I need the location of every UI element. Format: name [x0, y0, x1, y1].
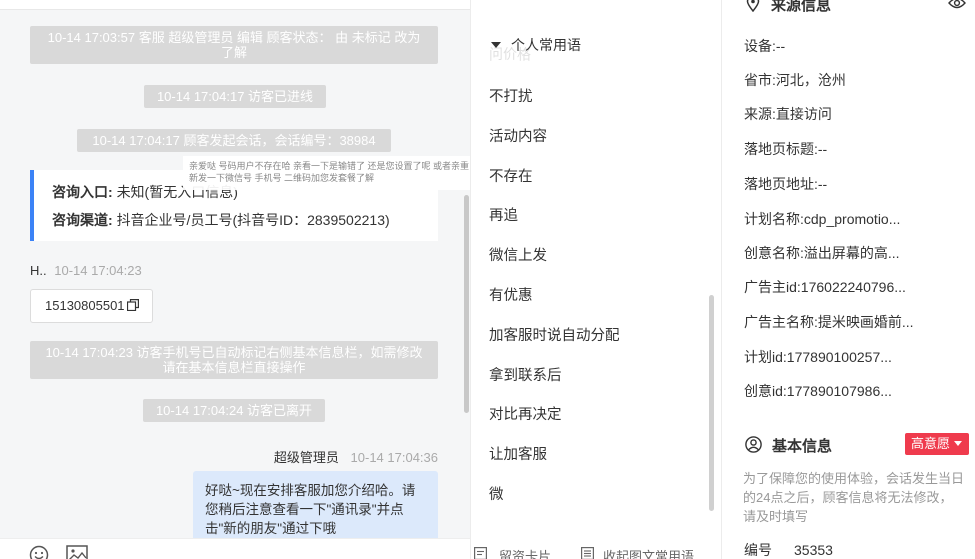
info-label: 广告主id:	[744, 279, 801, 295]
serial-number-row: 编号 35353	[744, 540, 833, 559]
quick-reply-item[interactable]: 有优惠	[489, 284, 533, 305]
source-info-title: 来源信息	[771, 0, 832, 14]
agent-message-time: 10-14 17:04:36	[350, 450, 438, 465]
caret-down-icon	[954, 441, 963, 446]
info-value: cdp_promotio...	[803, 211, 901, 227]
visitor-phone-message[interactable]: 15130805501	[30, 289, 153, 323]
quick-replies-group-title: 个人常用语	[511, 37, 581, 53]
quick-reply-item[interactable]: 让加客服	[489, 443, 547, 464]
info-label: 落地页地址:	[744, 176, 818, 192]
info-row-creative-name: 创意名称:溢出屏幕的高...	[744, 243, 954, 263]
visitor-message-time: 10-14 17:04:23	[54, 263, 142, 278]
info-value: 直接访问	[775, 106, 832, 122]
quick-replies-panel: 问价格 个人常用语 不打扰 活动内容 不存在 再追 微信上发 有优惠 加客服时说…	[470, 0, 722, 559]
lead-card-button[interactable]: 留资卡片	[499, 546, 551, 559]
info-row-advertiser-name: 广告主名称:提米映画婚前...	[744, 312, 954, 332]
card-icon	[474, 547, 487, 559]
basic-info-note: 为了保障您的使用体验，会话发生当日的24点之后，顾客信息将无法修改，请及时填写	[743, 471, 965, 524]
info-label: 落地页标题:	[744, 141, 818, 157]
info-row-plan-id: 计划id:177890100257...	[744, 347, 954, 367]
system-message-visitor-joined: 10-14 17:04:17 访客已进线	[144, 85, 326, 108]
chat-panel: 10-14 17:03:57 客服 超级管理员 编辑 顾客状态： 由 未标记 改…	[0, 0, 470, 559]
quick-reply-item[interactable]: 不存在	[489, 165, 533, 186]
quick-reply-item[interactable]: 对比再决定	[489, 403, 562, 424]
consult-entry-label: 咨询入口:	[52, 184, 113, 200]
info-label: 计划名称:	[744, 211, 804, 227]
collapse-quick-replies-button[interactable]: 收起图文常用语	[603, 546, 694, 559]
info-label: 来源:	[744, 106, 776, 122]
quick-replies-group-header[interactable]: 个人常用语	[471, 30, 721, 60]
eye-icon[interactable]	[948, 0, 966, 10]
info-value: 176022240796...	[800, 279, 906, 295]
intent-level-dropdown[interactable]: 高意愿	[905, 433, 969, 455]
info-label: 创意名称:	[744, 245, 804, 261]
info-label: 广告主名称:	[744, 314, 818, 330]
basic-info-title: 基本信息	[772, 438, 833, 455]
system-message-visitor-left: 10-14 17:04:24 访客已离开	[143, 399, 325, 422]
visitor-info-panel: 来源信息 设备:-- 省市:河北，沧州 来源:直接访问 落地页标题:-- 落地页…	[723, 0, 975, 559]
intent-level-value: 高意愿	[911, 436, 951, 451]
list-icon	[581, 547, 594, 559]
info-label: 创意id:	[744, 383, 787, 399]
info-value: 溢出屏幕的高...	[803, 245, 900, 261]
info-value: 提米映画婚前...	[817, 314, 914, 330]
quick-replies-footer: 留资卡片 收起图文常用语	[471, 538, 721, 559]
chat-scrollbar[interactable]	[464, 195, 469, 413]
system-message-phone-tagged: 10-14 17:04:23 访客手机号已自动标记右侧基本信息栏，如需修改请在基…	[30, 341, 438, 379]
info-row-advertiser-id: 广告主id:176022240796...	[744, 277, 954, 297]
chat-input-toolbar	[0, 538, 470, 559]
quick-reply-item[interactable]: 微信上发	[489, 244, 547, 265]
consult-channel-value: 抖音企业号/员工号(抖音号ID：2839502213)	[116, 212, 390, 228]
location-pin-icon	[746, 0, 760, 12]
serial-value: 35353	[794, 542, 833, 558]
info-label: 省市:	[744, 72, 776, 88]
visitor-message-meta: H.. 10-14 17:04:23	[30, 263, 142, 278]
quick-replies-scrollbar[interactable]	[709, 295, 714, 511]
info-row-landing-title: 落地页标题:--	[744, 139, 954, 159]
quick-reply-item[interactable]: 微	[489, 483, 504, 504]
emoji-icon[interactable]	[29, 545, 49, 559]
consult-channel-label: 咨询渠道:	[52, 212, 113, 228]
info-value: --	[817, 141, 828, 157]
user-icon	[745, 436, 762, 453]
info-row-creative-id: 创意id:177890107986...	[744, 381, 954, 401]
copy-icon[interactable]	[127, 299, 139, 311]
info-row-region: 省市:河北，沧州	[744, 70, 954, 90]
agent-name: 超级管理员	[273, 450, 339, 465]
info-value: --	[817, 176, 828, 192]
agent-message-meta: 超级管理员 10-14 17:04:36	[274, 447, 438, 466]
quick-reply-item[interactable]: 加客服时说自动分配	[489, 324, 620, 345]
triangle-down-icon	[491, 42, 501, 48]
quick-reply-tooltip: 亲爱哒 号码用户不存在哈 亲看一下是输错了 还是您设置了呢 或者亲重新发一下微信…	[183, 156, 470, 190]
info-row-device: 设备:--	[744, 36, 954, 56]
consult-channel-row: 咨询渠道: 抖音企业号/员工号(抖音号ID：2839502213)	[52, 208, 438, 236]
visitor-name: H..	[30, 263, 47, 278]
info-value: 河北，沧州	[775, 72, 846, 88]
quick-reply-item[interactable]: 拿到联系后	[489, 364, 562, 385]
info-value: 177890107986...	[786, 383, 892, 399]
info-label: 设备:	[744, 38, 776, 54]
quick-reply-item[interactable]: 活动内容	[489, 125, 547, 146]
info-value: 177890100257...	[786, 349, 892, 365]
agent-message-bubble: 好哒~现在安排客服加您介绍哈。请您稍后注意查看一下"通讯录"并点击"新的朋友"通…	[193, 471, 438, 541]
quick-reply-item[interactable]: 不打扰	[489, 85, 533, 106]
image-icon[interactable]	[66, 545, 88, 559]
visitor-phone-number: 15130805501	[45, 298, 125, 313]
info-row-source: 来源:直接访问	[744, 104, 954, 124]
info-row-landing-url: 落地页地址:--	[744, 174, 954, 194]
info-value: --	[775, 38, 786, 54]
info-label: 计划id:	[744, 349, 787, 365]
serial-label: 编号	[744, 542, 772, 558]
system-message-status-change: 10-14 17:03:57 客服 超级管理员 编辑 顾客状态： 由 未标记 改…	[30, 26, 438, 64]
quick-reply-item[interactable]: 再追	[489, 204, 518, 225]
system-message-session-start: 10-14 17:04:17 顾客发起会话，会话编号：38984	[77, 129, 391, 152]
chat-top-bar	[0, 0, 470, 10]
info-row-plan-name: 计划名称:cdp_promotio...	[744, 209, 954, 229]
